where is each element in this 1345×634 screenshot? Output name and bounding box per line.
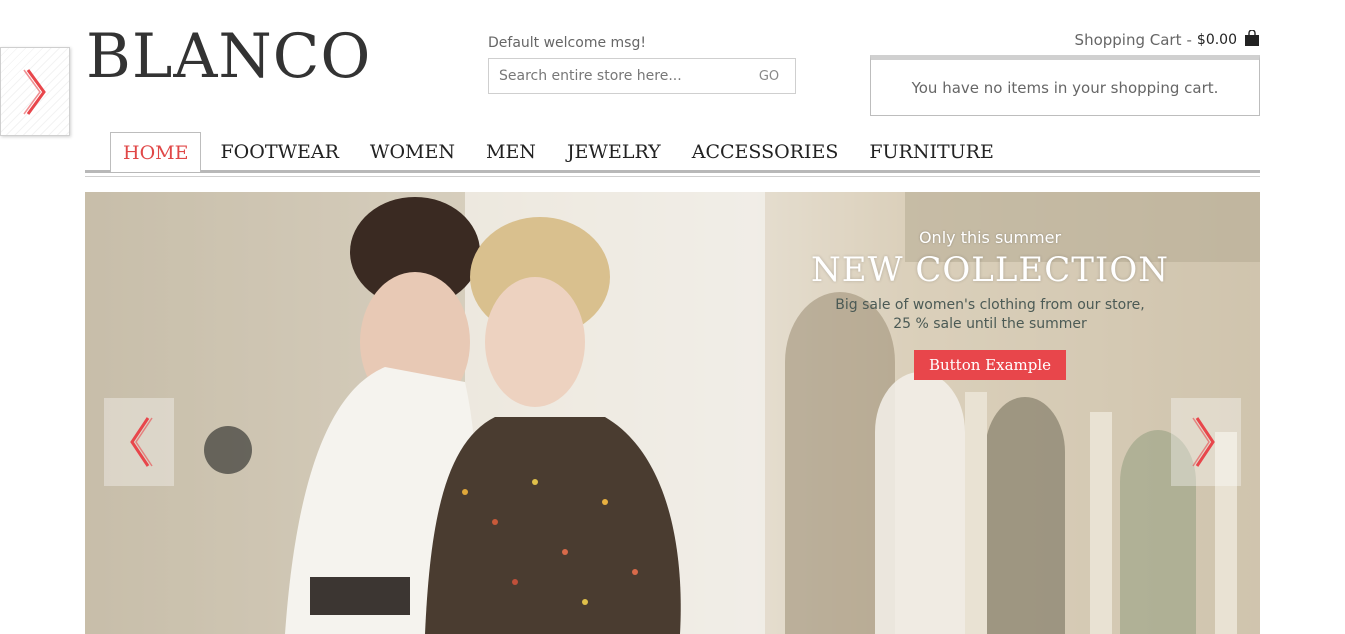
slide-description-line-1: Big sale of women's clothing from our st… [835, 297, 1145, 313]
search-bar: GO [488, 58, 796, 94]
nav-item-footwear[interactable]: FOOTWEAR [208, 132, 350, 171]
slide-description-line-2: 25 % sale until the summer [893, 316, 1087, 332]
hero-slider: Only this summer NEW COLLECTION Big sale… [85, 192, 1260, 634]
slide-title: NEW COLLECTION [811, 250, 1169, 290]
shopping-cart-header[interactable]: Shopping Cart - $0.00 [1074, 30, 1259, 49]
nav-item-women[interactable]: WOMEN [358, 132, 467, 171]
slide-description: Big sale of women's clothing from our st… [765, 296, 1215, 334]
nav-divider-thin [85, 176, 1260, 177]
slider-next-button[interactable] [1171, 398, 1241, 486]
chevron-right-icon [1192, 417, 1215, 467]
nav-item-jewelry[interactable]: JEWELRY [555, 132, 673, 171]
cart-total: $0.00 [1196, 32, 1237, 48]
side-panel-toggle[interactable] [0, 47, 70, 136]
store-logo[interactable]: BLANCO [86, 26, 371, 87]
slide-cta-button[interactable]: Button Example [913, 350, 1067, 380]
search-input[interactable] [489, 59, 743, 93]
cart-empty-message: You have no items in your shopping cart. [911, 78, 1219, 97]
slider-prev-button[interactable] [104, 398, 174, 486]
slide-kicker: Only this summer [918, 228, 1062, 247]
main-navigation: HOME FOOTWEAR WOMEN MEN JEWELRY ACCESSOR… [85, 132, 1260, 178]
nav-item-furniture[interactable]: FURNITURE [857, 132, 1006, 171]
cart-dropdown: You have no items in your shopping cart. [870, 55, 1260, 116]
slide-caption: Only this summer NEW COLLECTION Big sale… [765, 228, 1215, 380]
shopping-bag-icon [1245, 30, 1259, 46]
search-go-button[interactable]: GO [743, 69, 795, 84]
nav-item-accessories[interactable]: ACCESSORIES [680, 132, 851, 171]
chevron-left-icon [130, 417, 153, 467]
nav-item-home[interactable]: HOME [110, 132, 202, 172]
nav-item-men[interactable]: MEN [474, 132, 548, 171]
chevron-right-icon [23, 68, 46, 115]
welcome-message: Default welcome msg! [488, 35, 646, 51]
cart-separator: - [1186, 31, 1192, 49]
cart-label: Shopping Cart [1074, 31, 1182, 49]
